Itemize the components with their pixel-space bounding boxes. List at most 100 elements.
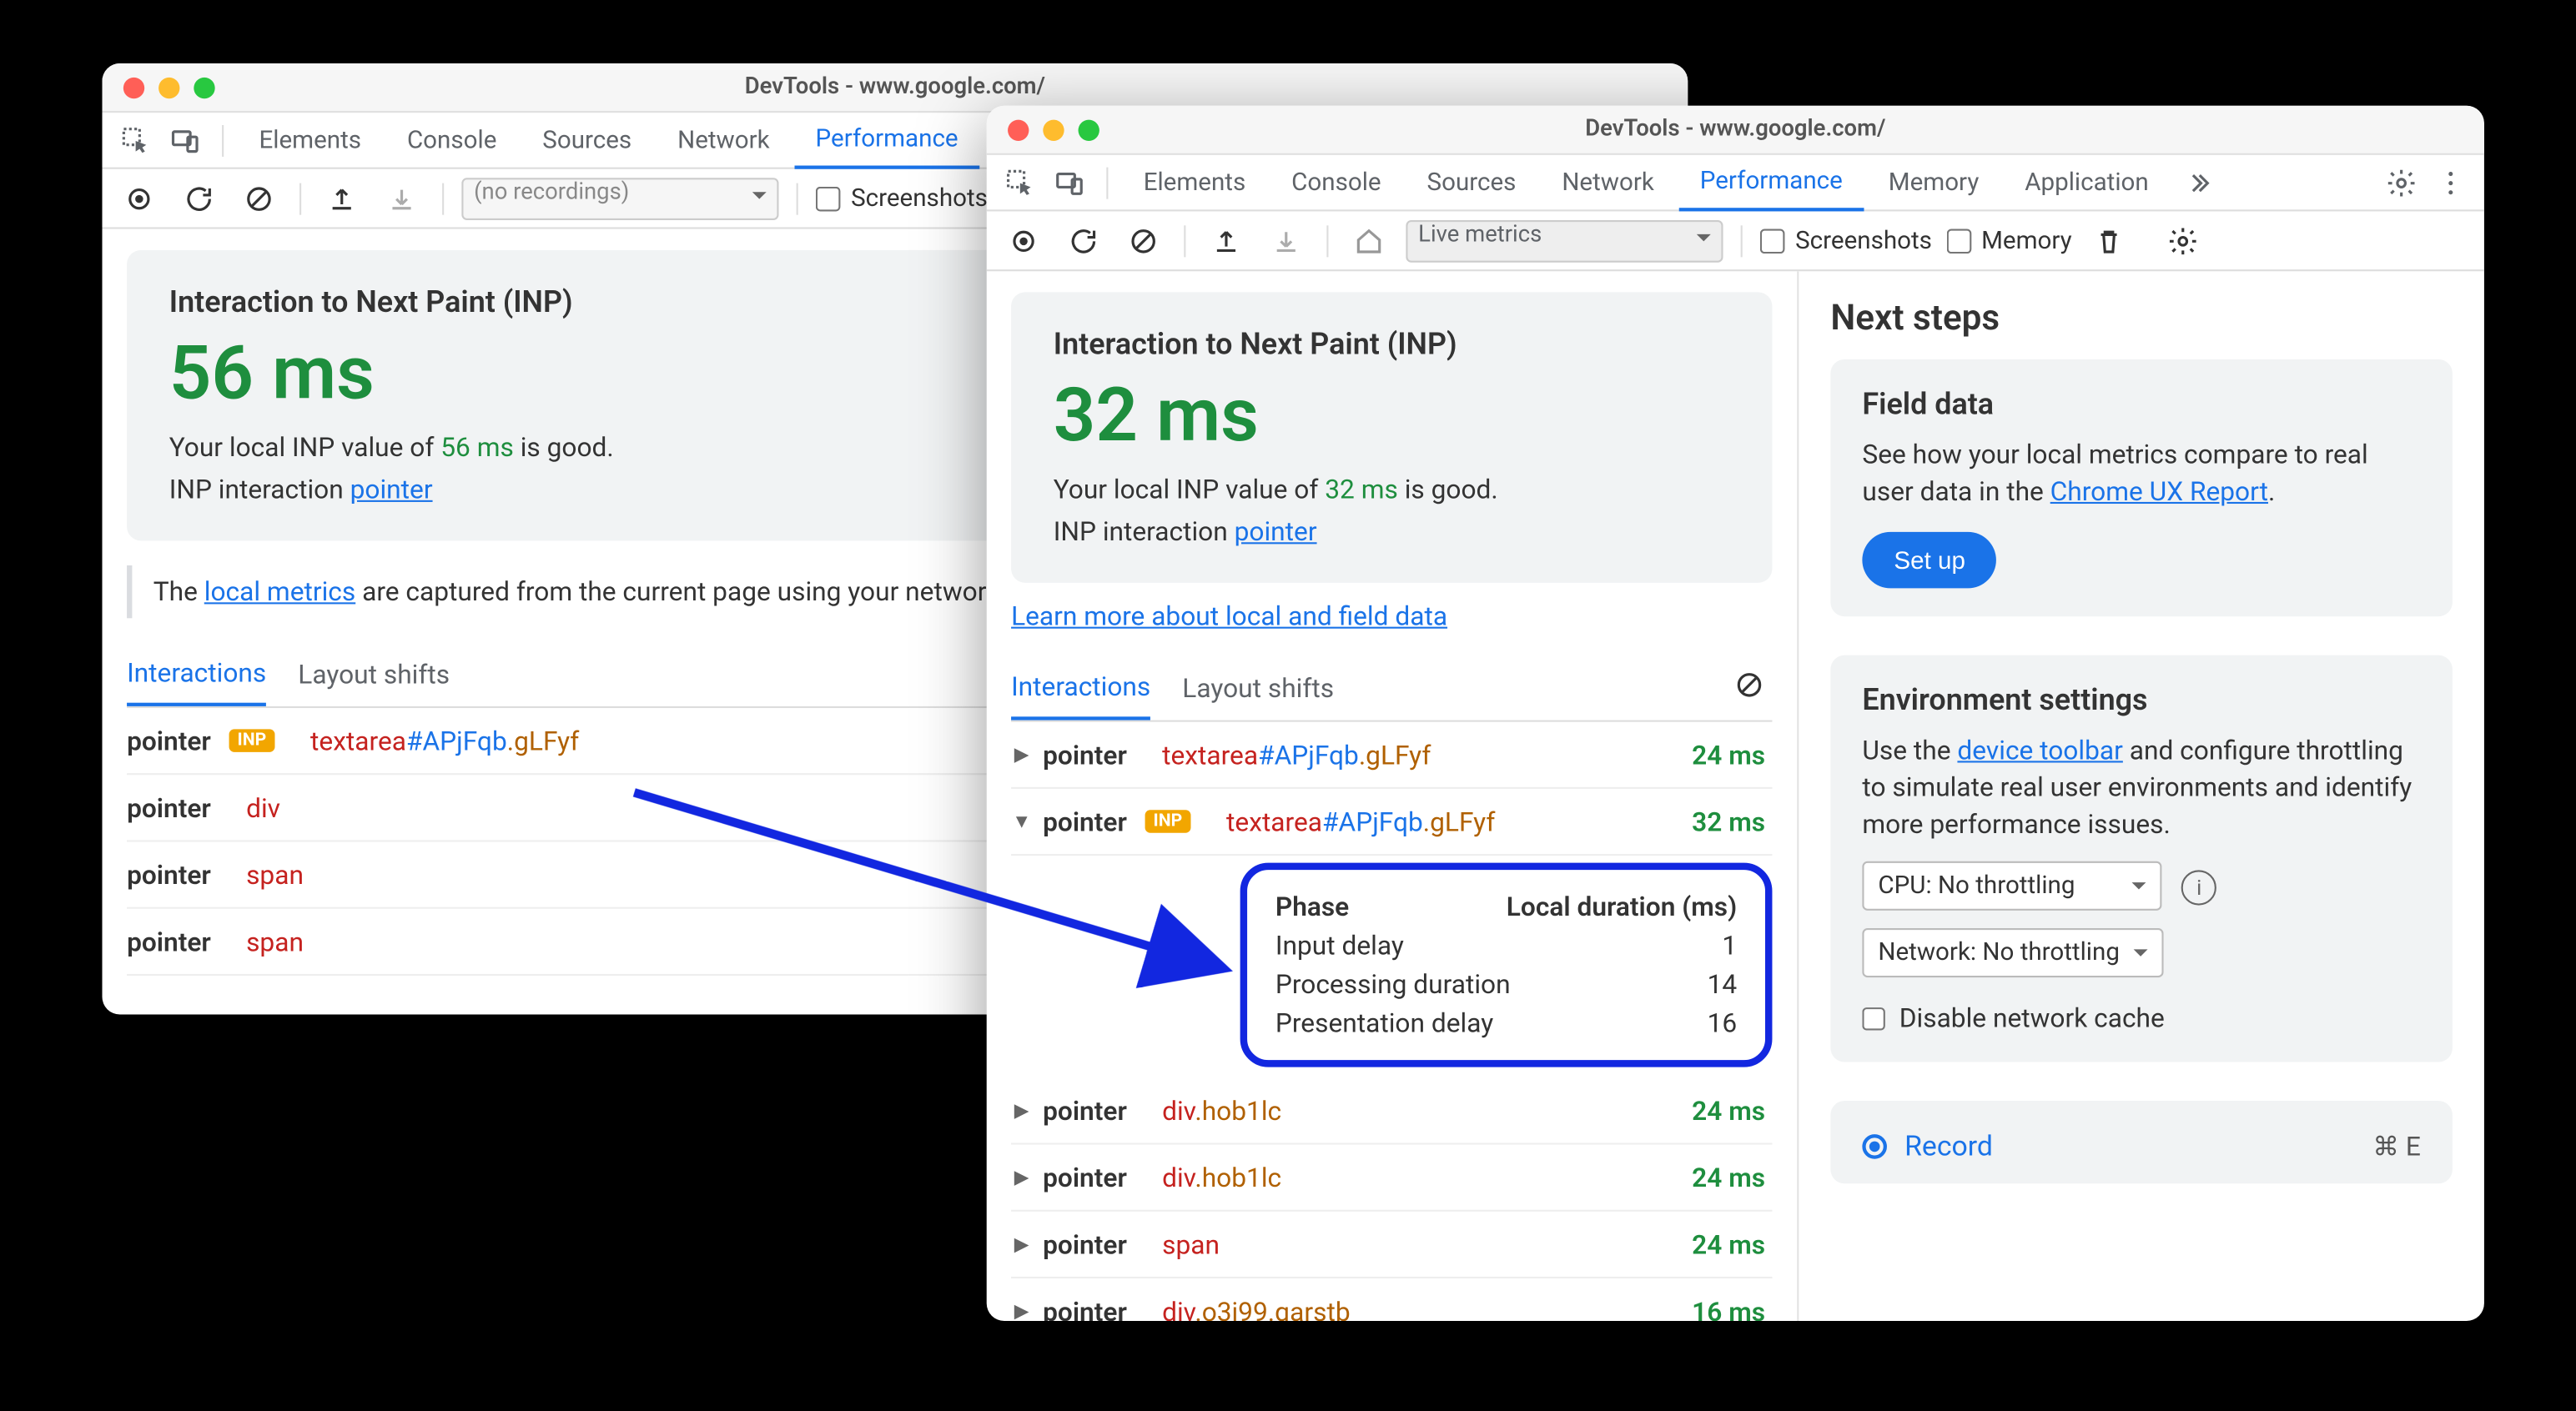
tab-sources[interactable]: Sources	[521, 112, 653, 168]
interaction-duration: 32 ms	[1692, 806, 1772, 837]
interaction-row[interactable]: ▼ pointer INP textarea#APjFqb.gLFyf 32 m…	[1011, 789, 1772, 856]
titlebar[interactable]: DevTools - www.google.com/	[987, 106, 2484, 155]
tab-application[interactable]: Application	[2004, 154, 2170, 211]
recording-select[interactable]: Live metrics	[1406, 219, 1723, 262]
device-toolbar-icon[interactable]	[1047, 159, 1093, 205]
interaction-selector: span	[1138, 1228, 1682, 1260]
subtabs: Interactions Layout shifts	[1011, 657, 1772, 722]
panel-settings-icon[interactable]	[2160, 218, 2206, 264]
chevron-down-icon	[2132, 882, 2146, 896]
inp-badge: INP	[229, 729, 275, 751]
interaction-row[interactable]: ▶ pointer textarea#APjFqb.gLFyf 24 ms	[1011, 722, 1772, 789]
more-tabs-icon[interactable]	[2173, 159, 2219, 205]
subtab-interactions[interactable]: Interactions	[127, 643, 266, 706]
clear-icon[interactable]	[1120, 218, 1166, 264]
metric-summary: Your local INP value of 32 ms is good.	[1054, 474, 1730, 505]
setup-button[interactable]: Set up	[1862, 532, 1997, 589]
tab-sources[interactable]: Sources	[1406, 154, 1537, 211]
panel-tabs: Elements Console Sources Network Perform…	[987, 155, 2484, 212]
upload-icon[interactable]	[1203, 218, 1249, 264]
clear-list-icon[interactable]	[1727, 662, 1773, 715]
disclosure-icon[interactable]: ▶	[1011, 1099, 1032, 1122]
disclosure-icon[interactable]: ▶	[1011, 1233, 1032, 1255]
tab-network[interactable]: Network	[657, 112, 791, 168]
network-throttle-select[interactable]: Network: No throttling	[1862, 928, 2163, 977]
device-toolbar-link[interactable]: device toolbar	[1957, 735, 2122, 766]
subtab-interactions[interactable]: Interactions	[1011, 657, 1150, 721]
side-panel: Next steps Field data See how your local…	[1797, 271, 2484, 1321]
interaction-kind: pointer	[127, 725, 211, 756]
subtab-layout-shifts[interactable]: Layout shifts	[1183, 659, 1335, 719]
tab-network[interactable]: Network	[1541, 154, 1675, 211]
interaction-kind: pointer	[1043, 806, 1127, 837]
local-metrics-link[interactable]: local metrics	[204, 576, 355, 608]
interaction-kind: pointer	[127, 859, 211, 891]
cpu-throttle-select[interactable]: CPU: No throttling	[1862, 861, 2161, 911]
interaction-row[interactable]: ▶ pointer div.o3j99.qarstb 16 ms	[1011, 1278, 1772, 1321]
reload-icon[interactable]	[176, 175, 222, 221]
main-panel: Interaction to Next Paint (INP) 32 ms Yo…	[987, 271, 1798, 1321]
recording-select-label: (no recordings)	[474, 178, 629, 205]
tab-elements[interactable]: Elements	[1122, 154, 1266, 211]
record-dot-icon[interactable]	[1862, 1133, 1887, 1158]
env-settings-title: Environment settings	[1862, 683, 2421, 718]
duration-col-header: Local duration (ms)	[1507, 891, 1737, 923]
inspect-icon[interactable]	[113, 117, 158, 163]
crux-report-link[interactable]: Chrome UX Report	[2050, 475, 2268, 507]
chevron-down-icon	[2134, 949, 2148, 963]
kebab-menu-icon[interactable]	[2428, 159, 2473, 205]
field-data-card: Field data See how your local metrics co…	[1830, 359, 2453, 616]
phase-name: Input delay	[1275, 930, 1404, 962]
phase-value: 16	[1708, 1007, 1738, 1039]
interaction-duration: 24 ms	[1692, 739, 1772, 771]
interaction-row[interactable]: ▶ pointer div.hob1lc 24 ms	[1011, 1145, 1772, 1212]
inp-metric-card: Interaction to Next Paint (INP) 32 ms Yo…	[1011, 293, 1772, 583]
disclosure-icon[interactable]: ▶	[1011, 1300, 1032, 1321]
settings-icon[interactable]	[2378, 159, 2424, 205]
download-icon[interactable]	[379, 175, 425, 221]
phase-value: 1	[1723, 930, 1738, 962]
device-toolbar-icon[interactable]	[162, 117, 208, 163]
tab-performance[interactable]: Performance	[794, 112, 979, 168]
gc-icon[interactable]	[2086, 218, 2132, 264]
info-icon[interactable]: i	[2181, 869, 2216, 904]
subtab-layout-shifts[interactable]: Layout shifts	[298, 645, 450, 705]
interaction-kind: pointer	[127, 791, 211, 823]
screenshots-checkbox[interactable]: Screenshots	[1760, 226, 1932, 254]
learn-more-link[interactable]: Learn more about local and field data	[1011, 600, 1447, 632]
disclosure-icon[interactable]: ▶	[1011, 1166, 1032, 1188]
interaction-kind: pointer	[1043, 1295, 1127, 1321]
metric-value: 32 ms	[1054, 374, 1730, 459]
interaction-selector: div.hob1lc	[1138, 1162, 1682, 1193]
tab-console[interactable]: Console	[386, 112, 518, 168]
disable-cache-checkbox[interactable]: Disable network cache	[1862, 1002, 2421, 1034]
interaction-row[interactable]: ▶ pointer div.hob1lc 24 ms	[1011, 1078, 1772, 1145]
tab-console[interactable]: Console	[1270, 154, 1402, 211]
interaction-selector: textarea#APjFqb.gLFyf	[1202, 806, 1682, 837]
inp-interaction-link[interactable]: pointer	[350, 474, 433, 505]
interaction-row[interactable]: ▶ pointer span 24 ms	[1011, 1212, 1772, 1278]
clear-icon[interactable]	[236, 175, 282, 221]
record-label[interactable]: Record	[1904, 1129, 1993, 1162]
record-icon[interactable]	[1001, 218, 1047, 264]
phase-value: 14	[1708, 969, 1738, 1001]
inspect-icon[interactable]	[997, 159, 1043, 205]
memory-checkbox[interactable]: Memory	[1946, 226, 2072, 254]
reload-icon[interactable]	[1060, 218, 1106, 264]
interaction-kind: pointer	[1043, 739, 1127, 771]
interaction-kind: pointer	[1043, 1095, 1127, 1127]
record-icon[interactable]	[116, 175, 162, 221]
tab-performance[interactable]: Performance	[1678, 154, 1864, 211]
tab-elements[interactable]: Elements	[238, 112, 382, 168]
disclosure-icon[interactable]: ▼	[1011, 811, 1032, 833]
env-settings-card: Environment settings Use the device tool…	[1830, 655, 2453, 1062]
screenshots-checkbox[interactable]: Screenshots	[816, 184, 988, 213]
window-title: DevTools - www.google.com/	[987, 116, 2484, 143]
download-icon[interactable]	[1263, 218, 1309, 264]
upload-icon[interactable]	[319, 175, 365, 221]
disclosure-icon[interactable]: ▶	[1011, 743, 1032, 766]
home-icon[interactable]	[1346, 218, 1392, 264]
tab-memory[interactable]: Memory	[1867, 154, 2000, 211]
recording-select[interactable]: (no recordings)	[461, 177, 778, 219]
inp-interaction-link[interactable]: pointer	[1235, 516, 1317, 548]
